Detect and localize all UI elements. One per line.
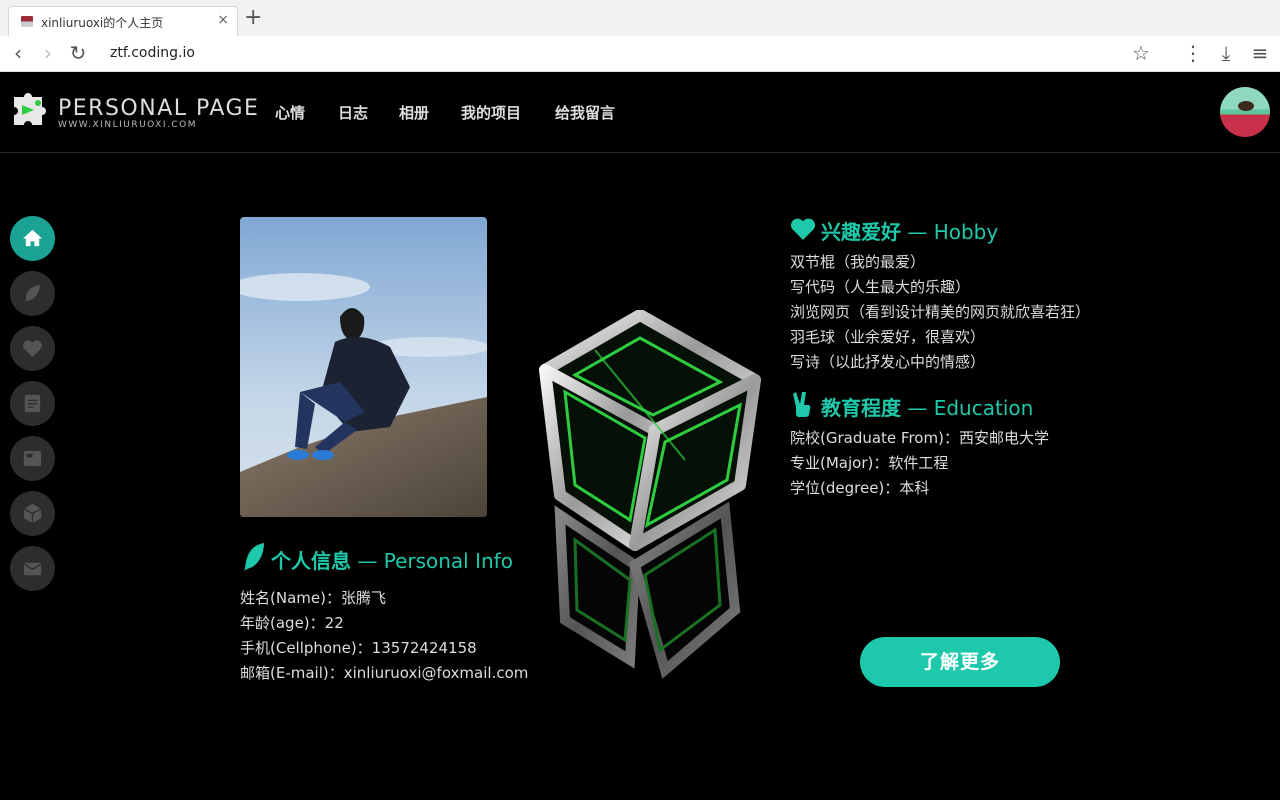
nav-guestbook[interactable]: 给我留言 — [555, 102, 615, 123]
nav-mood[interactable]: 心情 — [275, 102, 305, 123]
rail-heart-button[interactable] — [10, 326, 55, 371]
personal-phone: 手机(Cellphone)：13572424158 — [240, 639, 477, 657]
education-school: 院校(Graduate From)：西安邮电大学 — [790, 429, 1049, 447]
education-major: 专业(Major)：软件工程 — [790, 454, 949, 472]
reload-icon[interactable]: ↻ — [66, 42, 90, 66]
home-icon — [22, 229, 43, 247]
nav-album[interactable]: 相册 — [399, 102, 429, 123]
avatar[interactable] — [1220, 87, 1270, 137]
mail-icon — [23, 562, 42, 576]
heart-icon — [790, 218, 816, 240]
rail-feather-button[interactable] — [10, 271, 55, 316]
education-degree: 学位(degree)：本科 — [790, 479, 930, 497]
education-title-cn: 教育程度 — [821, 396, 901, 420]
rail-notes-button[interactable] — [10, 381, 55, 426]
profile-photo — [240, 217, 487, 517]
forward-icon[interactable]: › — [36, 42, 60, 66]
logo-title[interactable]: PERSONAL PAGE — [58, 96, 259, 121]
hobby-item: 浏览网页（看到设计精美的网页就欣喜若狂） — [790, 303, 1091, 321]
hobby-title-cn: 兴趣爱好 — [821, 220, 901, 244]
personal-email[interactable]: 邮箱(E-mail)：xinliuruoxi@foxmail.com — [240, 662, 528, 683]
personal-info-title: 个人信息 — Personal Info — [271, 545, 513, 574]
tab-title: xinliuruoxi的个人主页 — [41, 16, 164, 30]
hamburger-menu-icon[interactable]: ≡ — [1248, 42, 1272, 66]
learn-more-button[interactable]: 了解更多 — [860, 637, 1060, 687]
rail-home-button[interactable] — [10, 216, 55, 261]
back-icon[interactable]: ‹ — [6, 42, 30, 66]
hobby-item: 羽毛球（业余爱好，很喜欢） — [790, 328, 986, 346]
download-icon[interactable]: ⤓ — [1214, 42, 1238, 66]
browser-tabbar: xinliuruoxi的个人主页 × + — [0, 0, 1280, 36]
personal-info-title-cn: 个人信息 — [271, 549, 351, 573]
logo-subtitle: WWW.XINLIURUOXI.COM — [58, 120, 197, 130]
notes-icon — [24, 394, 41, 413]
hobby-title-en: — Hobby — [901, 220, 999, 244]
browser-toolbar: ‹ › ↻ ztf.coding.io ☆ ⋮ ⤓ ≡ — [0, 36, 1280, 72]
browser-tab[interactable]: xinliuruoxi的个人主页 × — [8, 6, 238, 36]
profile-photo-image — [240, 217, 487, 517]
education-title-en: — Education — [901, 396, 1034, 420]
personal-name: 姓名(Name)：张腾飞 — [240, 589, 386, 607]
site-header: PERSONAL PAGE WWW.XINLIURUOXI.COM 心情 日志 … — [0, 72, 1280, 153]
feather-icon — [244, 543, 264, 571]
heart-icon — [23, 340, 42, 358]
rail-photo-button[interactable] — [10, 436, 55, 481]
menu-dots-icon[interactable]: ⋮ — [1181, 42, 1205, 66]
puzzle-logo-icon[interactable] — [10, 89, 52, 131]
education-title: 教育程度 — Education — [821, 392, 1033, 421]
new-tab-button[interactable]: + — [244, 6, 262, 30]
nav-journal[interactable]: 日志 — [338, 102, 368, 123]
cube-illustration — [539, 310, 761, 679]
tab-close-icon[interactable]: × — [217, 12, 229, 28]
rail-cube-button[interactable] — [10, 491, 55, 536]
hobby-item: 写诗（以此抒发心中的情感） — [790, 353, 986, 371]
rail-mail-button[interactable] — [10, 546, 55, 591]
avatar-tree — [1238, 101, 1254, 111]
hobby-title: 兴趣爱好 — Hobby — [821, 216, 998, 245]
personal-age: 年龄(age)：22 — [240, 614, 344, 632]
hobby-item: 双节棍（我的最爱） — [790, 253, 926, 271]
cube-icon — [23, 503, 42, 524]
bookmark-star-icon[interactable]: ☆ — [1129, 42, 1153, 66]
hobby-item: 写代码（人生最大的乐趣） — [790, 278, 971, 296]
personal-info-title-en: — Personal Info — [351, 549, 513, 573]
favicon-icon — [21, 16, 33, 27]
address-bar[interactable]: ztf.coding.io — [110, 45, 195, 61]
nav-projects[interactable]: 我的项目 — [461, 102, 521, 123]
photo-icon — [23, 450, 42, 467]
victory-hand-icon — [793, 392, 811, 417]
feather-icon — [24, 284, 41, 303]
